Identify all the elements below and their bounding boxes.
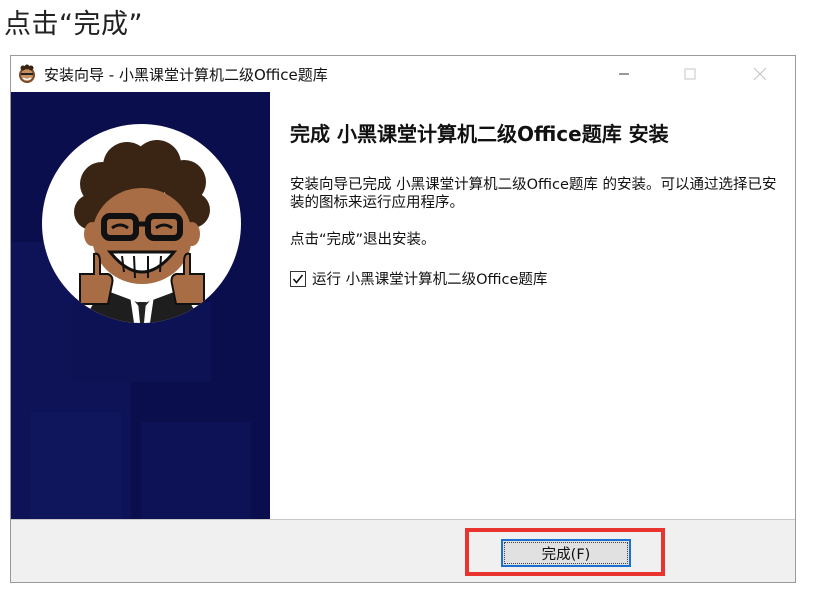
run-app-label[interactable]: 运行 小黑课堂计算机二级Office题库: [312, 268, 547, 289]
wizard-content: 完成 小黑课堂计算机二级Office题库 安装 安装向导已完成 小黑课堂计算机二…: [270, 92, 795, 519]
minimize-button[interactable]: [601, 58, 647, 90]
close-button[interactable]: [737, 58, 783, 90]
cartoon-avatar: [42, 124, 241, 323]
tutorial-caption: 点击“完成”: [4, 9, 143, 40]
minimize-icon: [619, 73, 629, 75]
wizard-footer: 完成(F): [11, 520, 795, 582]
installer-window: 安装向导 - 小黑课堂计算机二级Office题库 完成 小黑课堂计算机二级Off…: [10, 55, 796, 583]
window-title: 安装向导 - 小黑课堂计算机二级Office题库: [44, 66, 328, 84]
maximize-icon: [684, 68, 696, 80]
page-heading: 完成 小黑课堂计算机二级Office题库 安装: [290, 122, 669, 146]
app-icon: [19, 64, 35, 83]
maximize-button[interactable]: [667, 58, 713, 90]
exit-instruction: 点击“完成”退出安装。: [290, 232, 436, 248]
close-icon: [753, 67, 767, 81]
completion-message: 安装向导已完成 小黑课堂计算机二级Office题库 的安装。可以通过选择已安装的…: [290, 177, 777, 211]
title-bar: 安装向导 - 小黑课堂计算机二级Office题库: [11, 56, 795, 92]
checkmark-icon: [292, 274, 304, 284]
wizard-side-banner: [11, 92, 270, 519]
run-app-option[interactable]: 运行 小黑课堂计算机二级Office题库: [290, 268, 547, 289]
run-app-checkbox[interactable]: [290, 270, 306, 287]
finish-button[interactable]: 完成(F): [501, 539, 631, 567]
